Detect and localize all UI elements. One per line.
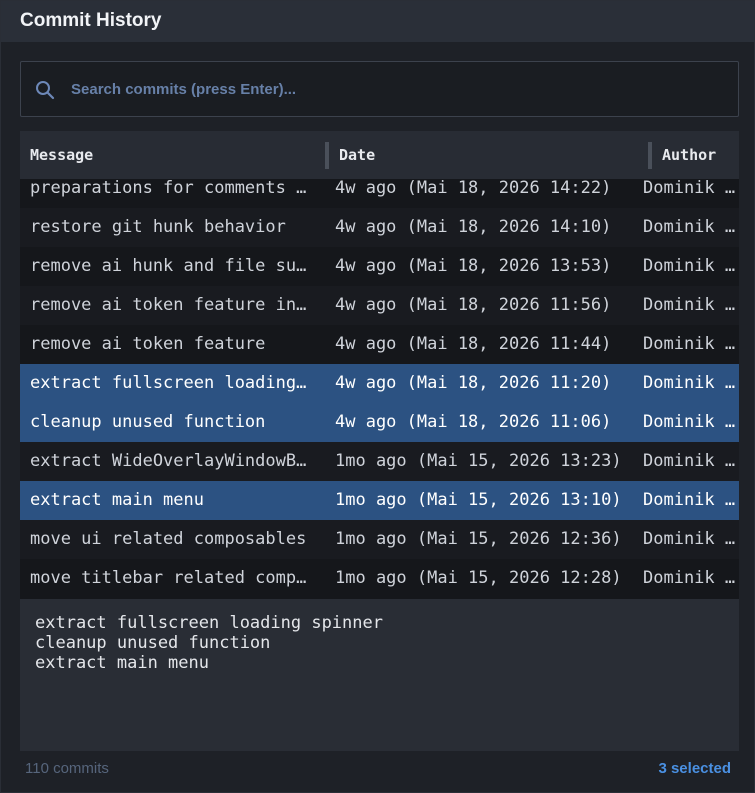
table-row[interactable]: extract WideOverlayWindowB… 1mo ago (Mai … <box>20 442 739 481</box>
table-row[interactable]: move ui related composables 1mo ago (Mai … <box>20 520 739 559</box>
commit-author-cell: Dominik … <box>643 295 736 315</box>
commit-author-cell: Dominik … <box>643 256 736 276</box>
commit-date-cell: 4w ago (Mai 18, 2026 14:22) <box>335 179 612 198</box>
column-header-author[interactable]: Author <box>662 131 716 179</box>
commit-details: extract fullscreen loading spinner cleanu… <box>20 599 739 751</box>
commit-date-cell: 4w ago (Mai 18, 2026 11:44) <box>335 334 612 354</box>
commit-message-cell: extract main menu <box>30 490 204 510</box>
commit-date-cell: 4w ago (Mai 18, 2026 14:10) <box>335 217 612 237</box>
search-box[interactable] <box>20 61 739 117</box>
commit-date-cell: 1mo ago (Mai 15, 2026 13:10) <box>335 490 622 510</box>
table-row[interactable]: extract main menu 1mo ago (Mai 15, 2026 1… <box>20 481 739 520</box>
commit-date-cell: 4w ago (Mai 18, 2026 11:56) <box>335 295 612 315</box>
details-line: cleanup unused function <box>35 633 271 653</box>
search-icon <box>36 81 55 100</box>
table-row[interactable]: move titlebar related comp… 1mo ago (Mai … <box>20 559 739 598</box>
table-header: Message Date Author <box>20 131 739 179</box>
commit-date-cell: 1mo ago (Mai 15, 2026 13:23) <box>335 451 622 471</box>
commit-author-cell: Dominik … <box>643 451 736 471</box>
commit-author-cell: Dominik … <box>643 179 736 198</box>
table-rows: preparations for comments … 4w ago (Mai 1… <box>20 179 739 598</box>
table-row[interactable]: extract fullscreen loading… 4w ago (Mai 1… <box>20 364 739 403</box>
commit-message-cell: preparations for comments … <box>30 179 307 198</box>
commit-date-cell: 4w ago (Mai 18, 2026 13:53) <box>335 256 612 276</box>
table-row[interactable]: restore git hunk behavior 4w ago (Mai 18,… <box>20 208 739 247</box>
search-input[interactable] <box>71 62 731 116</box>
commit-history-panel: Commit History Message Date Author prepa… <box>0 0 755 793</box>
column-header-date[interactable]: Date <box>339 131 375 179</box>
details-line: extract main menu <box>35 653 209 673</box>
commit-author-cell: Dominik … <box>643 568 736 588</box>
title-bar: Commit History <box>1 1 755 42</box>
commit-table: Message Date Author preparations for com… <box>20 131 739 599</box>
table-row[interactable]: remove ai hunk and file su… 4w ago (Mai 1… <box>20 247 739 286</box>
commit-message-cell: extract WideOverlayWindowB… <box>30 451 307 471</box>
commit-author-cell: Dominik … <box>643 373 736 393</box>
commit-message-cell: remove ai token feature <box>30 334 266 354</box>
commit-author-cell: Dominik … <box>643 412 736 432</box>
commit-message-cell: move ui related composables <box>30 529 307 549</box>
table-row[interactable]: preparations for comments … 4w ago (Mai 1… <box>20 179 739 208</box>
commit-date-cell: 1mo ago (Mai 15, 2026 12:36) <box>335 529 622 549</box>
commit-message-details: extract fullscreen loading spinner cleanu… <box>35 613 383 673</box>
table-body[interactable]: preparations for comments … 4w ago (Mai 1… <box>20 179 739 599</box>
table-row[interactable]: cleanup unused function 4w ago (Mai 18, 2… <box>20 403 739 442</box>
selected-count: 3 selected <box>658 760 731 777</box>
window-title: Commit History <box>20 10 162 31</box>
commit-author-cell: Dominik … <box>643 529 736 549</box>
column-header-message[interactable]: Message <box>30 131 93 179</box>
column-resize-handle[interactable] <box>648 142 652 169</box>
column-resize-handle[interactable] <box>325 142 329 169</box>
commit-author-cell: Dominik … <box>643 334 736 354</box>
commit-message-cell: cleanup unused function <box>30 412 266 432</box>
commit-message-cell: move titlebar related comp… <box>30 568 307 588</box>
commit-message-cell: restore git hunk behavior <box>30 217 286 237</box>
commit-author-cell: Dominik … <box>643 490 736 510</box>
commit-message-cell: remove ai hunk and file su… <box>30 256 307 276</box>
commit-date-cell: 4w ago (Mai 18, 2026 11:06) <box>335 412 612 432</box>
commit-date-cell: 1mo ago (Mai 15, 2026 12:28) <box>335 568 622 588</box>
commit-author-cell: Dominik … <box>643 217 736 237</box>
commit-message-cell: remove ai token feature in… <box>30 295 307 315</box>
details-line: extract fullscreen loading spinner <box>35 613 383 633</box>
commit-message-cell: extract fullscreen loading… <box>30 373 307 393</box>
table-row[interactable]: remove ai token feature 4w ago (Mai 18, 2… <box>20 325 739 364</box>
table-row[interactable]: remove ai token feature in… 4w ago (Mai 1… <box>20 286 739 325</box>
commit-count: 110 commits <box>25 760 109 777</box>
commit-date-cell: 4w ago (Mai 18, 2026 11:20) <box>335 373 612 393</box>
